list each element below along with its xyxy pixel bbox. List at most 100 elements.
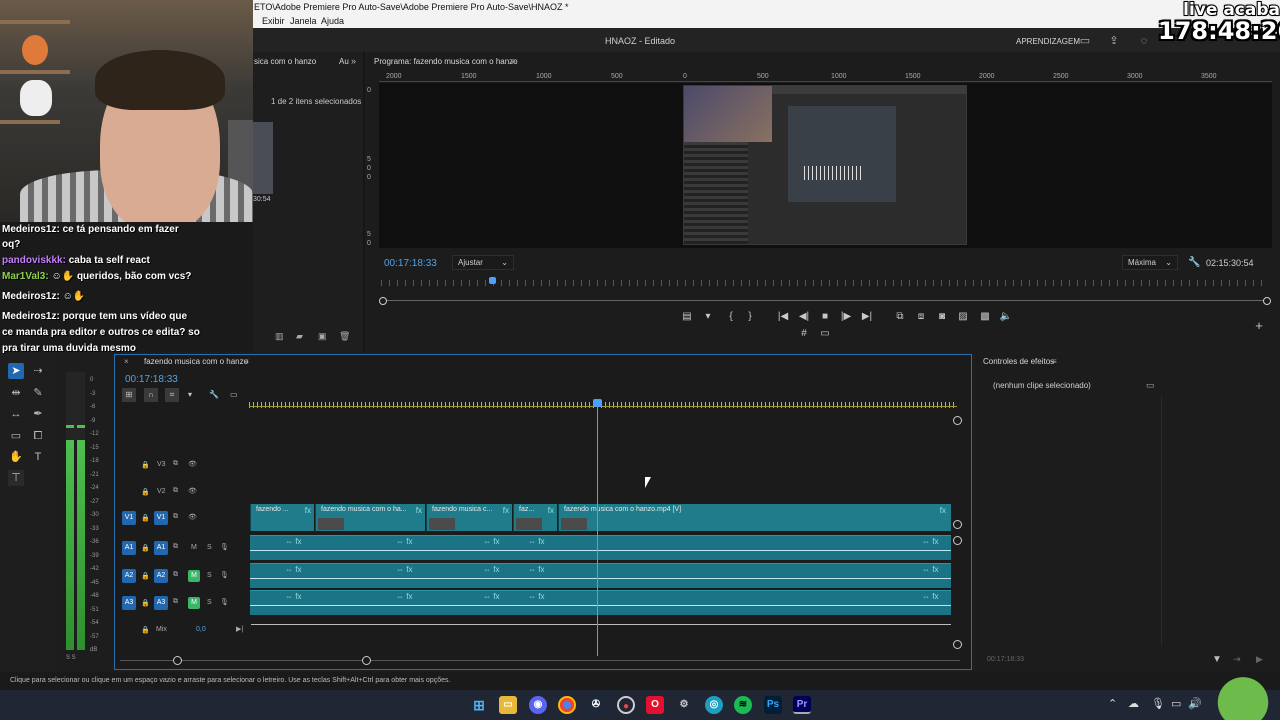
rectangle-tool-icon[interactable]: ▭ [8,428,24,444]
sync-lock-icon[interactable]: ⧉ [173,460,178,468]
sync-lock-icon[interactable]: ⧉ [173,571,178,579]
program-tab[interactable]: Programa: fazendo musica com o hanzo [374,57,518,66]
audio-clip-a1[interactable]: ⇔ fx ⇔ fx ⇔ fx ⇔ fx ⇔ fx [250,535,951,560]
mark-in-icon[interactable]: { [724,310,738,324]
go-to-out-icon[interactable]: ▶| [860,310,874,324]
play-audio-icon[interactable]: ▶ [1256,654,1263,665]
panel-menu-icon[interactable]: ≡ [244,357,249,366]
sequence-tab[interactable]: fazendo musica com o hanzo [144,357,248,366]
add-marker-icon[interactable]: ▾ [188,390,192,399]
source-patch-v1[interactable]: V1 [122,511,136,525]
mute-button-active[interactable]: M [188,570,200,582]
video-clip[interactable]: faz... fx [513,504,557,531]
track-select-icon[interactable]: ⇢ [30,363,46,379]
video-clip[interactable]: fazendo musica com o hanzo.mp4 [V] fx [558,504,951,531]
stop-icon[interactable]: ■ [818,310,832,324]
scroll-handle-left[interactable] [173,656,182,665]
comparison-icon[interactable]: ▨ [956,310,970,324]
vertical-scroll-handle[interactable] [953,520,962,529]
program-current-time[interactable]: 00:17:18:33 [384,258,437,269]
video-clip[interactable]: fazendo musica com o ha... fx [315,504,425,531]
playhead-handle[interactable] [593,399,602,407]
browser-icon[interactable]: ◎ [705,696,723,714]
clip-thumbnail[interactable] [253,122,273,194]
nest-icon[interactable]: ⊞ [122,388,136,402]
zoom-handle-right[interactable] [1263,297,1271,305]
mic-icon[interactable]: 🎙 [1151,697,1165,710]
menu-ajuda[interactable]: Ajuda [321,14,344,28]
lock-icon[interactable]: 🔒 [141,544,150,552]
work-area-bar[interactable] [249,406,957,407]
mic-icon[interactable]: 🎙 [220,598,229,606]
linked-select-icon[interactable]: ⌗ [165,388,179,402]
time-ruler[interactable] [381,280,1269,286]
lock-icon[interactable]: 🔒 [141,488,150,496]
mute-button-active[interactable]: M [188,597,200,609]
audio-clip-a3[interactable]: ⇔ fx ⇔ fx ⇔ fx ⇔ fx ⇔ fx [250,590,951,615]
lock-icon[interactable]: 🔒 [141,626,150,634]
marker-icon[interactable]: ▾ [701,310,715,324]
trash-icon[interactable]: 🗑 [339,331,350,342]
snap-icon[interactable]: ∩ [144,388,158,402]
selection-tool-icon[interactable]: ➤ [8,363,24,379]
solo-button[interactable]: S [207,572,212,579]
eye-icon[interactable]: 👁 [188,513,197,521]
razor-icon[interactable]: ✎ [30,385,46,401]
zoom-handle-left[interactable] [379,297,387,305]
lock-icon[interactable]: 🔒 [141,572,150,580]
timeline-playhead[interactable] [597,404,598,656]
workspace-icon[interactable]: ▭ [1078,34,1092,48]
toggle-timeline-icon[interactable]: ▭ [1146,380,1155,391]
source-patch-a1[interactable]: A1 [122,541,136,555]
sync-lock-icon[interactable]: ⧉ [173,598,178,606]
sync-lock-icon[interactable]: ⧉ [173,513,178,521]
panel-menu-icon[interactable]: ≡ [1052,357,1057,366]
filter-icon[interactable]: ▼ [1212,654,1222,665]
add-button-icon[interactable]: + [1252,319,1266,333]
zoom-scrollbar[interactable] [383,300,1267,301]
lock-icon[interactable]: 🔒 [141,514,150,522]
new-bin-icon[interactable]: ▰ [296,331,303,342]
close-icon[interactable]: × [124,357,129,366]
track-target-v1[interactable]: V1 [154,511,168,525]
pen-tool-icon[interactable]: ✒ [30,406,46,422]
sync-lock-icon[interactable]: ⧉ [173,543,178,551]
scroll-handle-right[interactable] [362,656,371,665]
step-forward-icon[interactable]: |▶ [839,310,853,324]
chrome-icon[interactable] [558,696,576,714]
learn-button[interactable]: APRENDIZAGEM [1016,37,1080,46]
text-tool-icon[interactable]: T [30,449,46,465]
slip-tool-icon[interactable]: ↔ [8,406,24,422]
timeline-ruler[interactable] [249,402,957,408]
crop-icon[interactable]: ⧠ [30,428,46,444]
caption-tool-icon[interactable]: ⊤ [8,470,24,486]
settings-wrench-icon[interactable]: 🔧 [209,390,219,399]
lock-icon[interactable]: 🔒 [141,599,150,607]
vertical-scroll-handle[interactable] [953,536,962,545]
mix-volume[interactable]: 0,0 [196,626,206,633]
video-clip[interactable]: fazendo ... fx [250,504,314,531]
menu-exibir[interactable]: Exibir [262,14,285,28]
audio-tab[interactable]: Au [339,57,349,66]
step-back-icon[interactable]: ◀| [797,310,811,324]
mark-out-icon[interactable]: } [743,310,757,324]
steam-icon[interactable]: ✇ [587,696,605,714]
photoshop-icon[interactable]: Ps [764,696,782,714]
share-icon[interactable]: ⇪ [1107,34,1121,48]
wrench-icon[interactable]: 🔧 [1188,257,1200,268]
chevron-up-icon[interactable]: ⌃ [1108,697,1117,710]
network-icon[interactable]: ▭ [1171,697,1181,710]
panel-overflow-icon[interactable]: » [351,56,356,66]
vertical-scroll-handle[interactable] [953,416,962,425]
track-target-a3[interactable]: A3 [154,596,168,610]
source-patch-a2[interactable]: A2 [122,569,136,583]
spotify-icon[interactable]: ≋ [734,696,752,714]
captions-icon[interactable]: ▭ [230,390,238,399]
insert-icon[interactable]: ⧉ [893,310,907,324]
windows-icon[interactable]: ⊞ [470,696,488,714]
new-item-icon[interactable]: ▣ [318,331,327,342]
mic-icon[interactable]: 🎙 [220,543,229,551]
volume-icon[interactable]: 🔈 [999,310,1013,324]
camera-icon[interactable]: ◙ [935,310,949,324]
file-explorer-icon[interactable]: ▭ [499,696,517,714]
